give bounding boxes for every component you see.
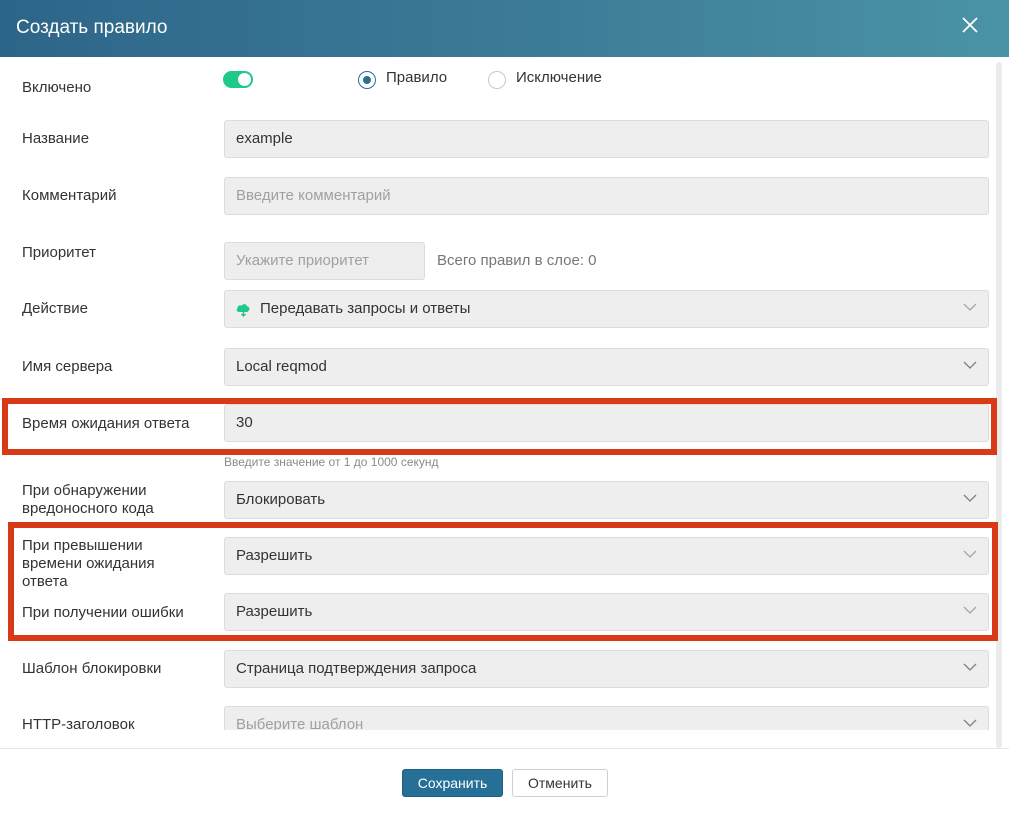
chevron-down-icon bbox=[963, 494, 977, 502]
on-malware-label-line1: При обнаружении bbox=[22, 482, 147, 499]
dialog-footer: Сохранить Отменить bbox=[0, 748, 1009, 814]
close-icon[interactable] bbox=[959, 14, 981, 36]
cloud-icon bbox=[236, 304, 250, 317]
cancel-button[interactable]: Отменить bbox=[512, 769, 608, 797]
create-rule-dialog: Создать правило Включено Правило Исключе… bbox=[0, 0, 1009, 814]
action-select[interactable]: Передавать запросы и ответы bbox=[224, 290, 989, 328]
on-malware-value: Блокировать bbox=[236, 491, 326, 508]
dialog-header: Создать правило bbox=[0, 0, 1009, 57]
http-header-placeholder: Выберите шаблон bbox=[236, 716, 364, 730]
name-input[interactable]: example bbox=[224, 120, 989, 158]
chevron-down-icon bbox=[963, 663, 977, 671]
enabled-toggle[interactable] bbox=[223, 71, 253, 88]
timeout-hint: Введите значение от 1 до 1000 секунд bbox=[224, 455, 439, 469]
server-select[interactable]: Local reqmod bbox=[224, 348, 989, 386]
chevron-down-icon bbox=[963, 719, 977, 727]
priority-label: Приоритет bbox=[22, 244, 96, 261]
highlight-box-errors bbox=[8, 522, 998, 641]
http-header-select[interactable]: Выберите шаблон bbox=[224, 706, 989, 730]
radio-exception[interactable] bbox=[488, 71, 506, 89]
on-malware-select[interactable]: Блокировать bbox=[224, 481, 989, 519]
name-label: Название bbox=[22, 130, 90, 147]
comment-input[interactable]: Введите комментарий bbox=[224, 177, 989, 215]
radio-rule[interactable] bbox=[358, 71, 376, 89]
highlight-box-timeout bbox=[2, 398, 997, 455]
on-malware-label-line2: вредоносного кода bbox=[22, 500, 154, 517]
server-value: Local reqmod bbox=[236, 358, 327, 375]
toggle-knob bbox=[238, 73, 251, 86]
enabled-label: Включено bbox=[22, 79, 92, 96]
http-header-row: HTTP-заголовок Выберите шаблон bbox=[0, 700, 1000, 730]
priority-input[interactable]: Укажите приоритет bbox=[224, 242, 425, 280]
chevron-down-icon bbox=[963, 361, 977, 369]
chevron-down-icon bbox=[963, 303, 977, 311]
comment-label: Комментарий bbox=[22, 187, 117, 204]
block-template-select[interactable]: Страница подтверждения запроса bbox=[224, 650, 989, 688]
radio-exception-label: Исключение bbox=[516, 69, 602, 86]
radio-rule-label: Правило bbox=[386, 69, 448, 86]
action-value: Передавать запросы и ответы bbox=[260, 300, 471, 317]
save-button[interactable]: Сохранить bbox=[402, 769, 503, 797]
priority-info: Всего правил в слое: 0 bbox=[437, 252, 597, 269]
block-template-label: Шаблон блокировки bbox=[22, 660, 162, 677]
http-header-label: HTTP-заголовок bbox=[22, 716, 135, 730]
dialog-title: Создать правило bbox=[16, 17, 168, 38]
server-label: Имя сервера bbox=[22, 358, 113, 375]
action-label: Действие bbox=[22, 300, 88, 317]
block-template-value: Страница подтверждения запроса bbox=[236, 660, 477, 677]
